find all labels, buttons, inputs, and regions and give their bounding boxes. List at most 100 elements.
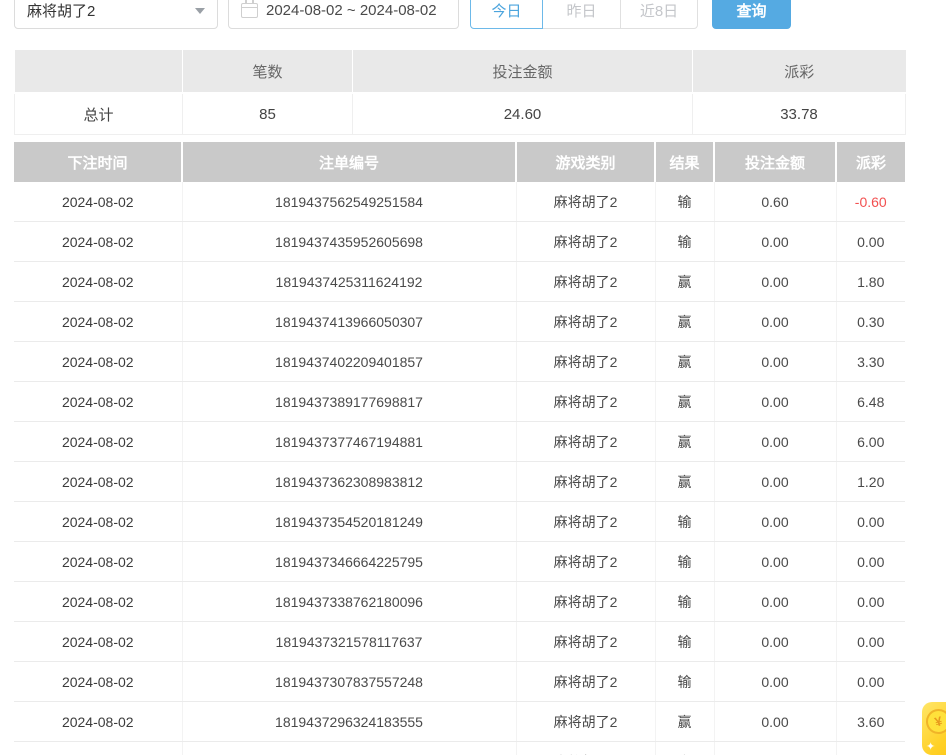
cell-game-type: 麻将胡了2 — [516, 462, 655, 502]
cell-payout: 0.00 — [836, 502, 905, 542]
cell-order-no: 1819437338762180096 — [182, 582, 516, 622]
cell-game-type: 麻将胡了2 — [516, 582, 655, 622]
cell-bet-amount: 0.00 — [714, 462, 836, 502]
records-column-header-0: 下注时间 — [14, 142, 182, 182]
cell-bet-time: 2024-08-02 — [14, 702, 182, 742]
cell-result: 赢 — [655, 462, 714, 502]
cell-bet-time: 2024-08-02 — [14, 262, 182, 302]
summary-header-blank — [15, 50, 183, 93]
cell-order-no: 1819437296324183555 — [182, 702, 516, 742]
records-table: 下注时间注单编号游戏类别结果投注金额派彩 2024-08-02181943756… — [14, 142, 905, 755]
cell-result: 赢 — [655, 702, 714, 742]
cell-result: 赢 — [655, 742, 714, 755]
cell-bet-time: 2024-08-02 — [14, 382, 182, 422]
cell-result: 赢 — [655, 382, 714, 422]
cell-payout: 0.00 — [836, 622, 905, 662]
summary-total-row: 总计 85 24.60 33.78 — [15, 93, 906, 135]
cell-bet-time: 2024-08-02 — [14, 622, 182, 662]
promo-floating-widget[interactable]: ¥ ✦ — [922, 702, 946, 755]
cell-payout: 2.88 — [836, 742, 905, 755]
cell-result: 赢 — [655, 262, 714, 302]
date-range-input[interactable]: 2024-08-02 ~ 2024-08-02 — [228, 0, 459, 29]
table-row: 2024-08-021819437435952605698麻将胡了2输0.000… — [14, 222, 905, 262]
summary-total-bet-amount: 24.60 — [353, 93, 693, 135]
summary-total-count: 85 — [183, 93, 353, 135]
cell-bet-amount: 0.00 — [714, 422, 836, 462]
cell-bet-amount: 0.00 — [714, 662, 836, 702]
cell-result: 赢 — [655, 302, 714, 342]
summary-total-label: 总计 — [15, 93, 183, 135]
table-row: 2024-08-021819437285834242561麻将胡了2赢0.002… — [14, 742, 905, 755]
cell-order-no: 1819437562549251584 — [182, 182, 516, 222]
cell-bet-time: 2024-08-02 — [14, 422, 182, 462]
table-row: 2024-08-021819437562549251584麻将胡了2输0.60-… — [14, 182, 905, 222]
table-row: 2024-08-021819437346664225795麻将胡了2输0.000… — [14, 542, 905, 582]
records-header-row: 下注时间注单编号游戏类别结果投注金额派彩 — [14, 142, 905, 182]
cell-game-type: 麻将胡了2 — [516, 622, 655, 662]
cell-payout: 0.00 — [836, 662, 905, 702]
cell-payout: 3.30 — [836, 342, 905, 382]
cell-order-no: 1819437321578117637 — [182, 622, 516, 662]
cell-bet-amount: 0.00 — [714, 382, 836, 422]
cell-result: 输 — [655, 502, 714, 542]
cell-bet-amount: 0.00 — [714, 622, 836, 662]
cell-result: 输 — [655, 542, 714, 582]
game-select[interactable]: 麻将胡了2 — [14, 0, 218, 29]
records-column-header-3: 结果 — [655, 142, 714, 182]
date-range-value: 2024-08-02 ~ 2024-08-02 — [266, 2, 437, 19]
cell-game-type: 麻将胡了2 — [516, 502, 655, 542]
cell-bet-time: 2024-08-02 — [14, 222, 182, 262]
search-button[interactable]: 查询 — [712, 0, 791, 29]
quick-range-button-0[interactable]: 今日 — [470, 0, 543, 29]
quick-range-button-group: 今日昨日近8日 — [470, 0, 698, 29]
records-column-header-4: 投注金额 — [714, 142, 836, 182]
cell-order-no: 1819437402209401857 — [182, 342, 516, 382]
cell-game-type: 麻将胡了2 — [516, 542, 655, 582]
cell-order-no: 1819437377467194881 — [182, 422, 516, 462]
cell-payout: 0.00 — [836, 542, 905, 582]
records-column-header-2: 游戏类别 — [516, 142, 655, 182]
cell-bet-amount: 0.00 — [714, 582, 836, 622]
cell-game-type: 麻将胡了2 — [516, 422, 655, 462]
cell-payout: -0.60 — [836, 182, 905, 222]
cell-game-type: 麻将胡了2 — [516, 302, 655, 342]
table-row: 2024-08-021819437296324183555麻将胡了2赢0.003… — [14, 702, 905, 742]
game-select-value: 麻将胡了2 — [27, 0, 95, 21]
table-row: 2024-08-021819437402209401857麻将胡了2赢0.003… — [14, 342, 905, 382]
cell-payout: 0.30 — [836, 302, 905, 342]
cell-bet-time: 2024-08-02 — [14, 502, 182, 542]
cell-payout: 1.20 — [836, 462, 905, 502]
cell-game-type: 麻将胡了2 — [516, 222, 655, 262]
summary-table: 笔数 投注金额 派彩 总计 85 24.60 33.78 — [14, 50, 906, 135]
cell-payout: 1.80 — [836, 262, 905, 302]
quick-range-button-1[interactable]: 昨日 — [542, 0, 621, 29]
cell-game-type: 麻将胡了2 — [516, 262, 655, 302]
table-row: 2024-08-021819437321578117637麻将胡了2输0.000… — [14, 622, 905, 662]
cell-bet-amount: 0.00 — [714, 262, 836, 302]
summary-header-count: 笔数 — [183, 50, 353, 93]
cell-result: 输 — [655, 622, 714, 662]
cell-payout: 6.48 — [836, 382, 905, 422]
quick-range-button-2[interactable]: 近8日 — [620, 0, 698, 29]
chevron-down-icon — [195, 8, 205, 14]
cell-result: 赢 — [655, 422, 714, 462]
cell-order-no: 1819437425311624192 — [182, 262, 516, 302]
records-column-header-5: 派彩 — [836, 142, 905, 182]
table-row: 2024-08-021819437377467194881麻将胡了2赢0.006… — [14, 422, 905, 462]
table-row: 2024-08-021819437413966050307麻将胡了2赢0.000… — [14, 302, 905, 342]
table-row: 2024-08-021819437307837557248麻将胡了2输0.000… — [14, 662, 905, 702]
table-row: 2024-08-021819437338762180096麻将胡了2输0.000… — [14, 582, 905, 622]
coin-icon: ¥ — [923, 706, 946, 737]
cell-bet-time: 2024-08-02 — [14, 582, 182, 622]
cell-bet-time: 2024-08-02 — [14, 342, 182, 382]
calendar-icon — [241, 3, 258, 18]
cell-game-type: 麻将胡了2 — [516, 342, 655, 382]
summary-total-payout: 33.78 — [693, 93, 906, 135]
cell-bet-amount: 0.60 — [714, 182, 836, 222]
cell-bet-amount: 0.00 — [714, 542, 836, 582]
cell-result: 输 — [655, 182, 714, 222]
cell-bet-time: 2024-08-02 — [14, 462, 182, 502]
records-table-body: 2024-08-021819437562549251584麻将胡了2输0.60-… — [14, 182, 905, 755]
cell-order-no: 1819437285834242561 — [182, 742, 516, 755]
summary-header-payout: 派彩 — [693, 50, 906, 93]
